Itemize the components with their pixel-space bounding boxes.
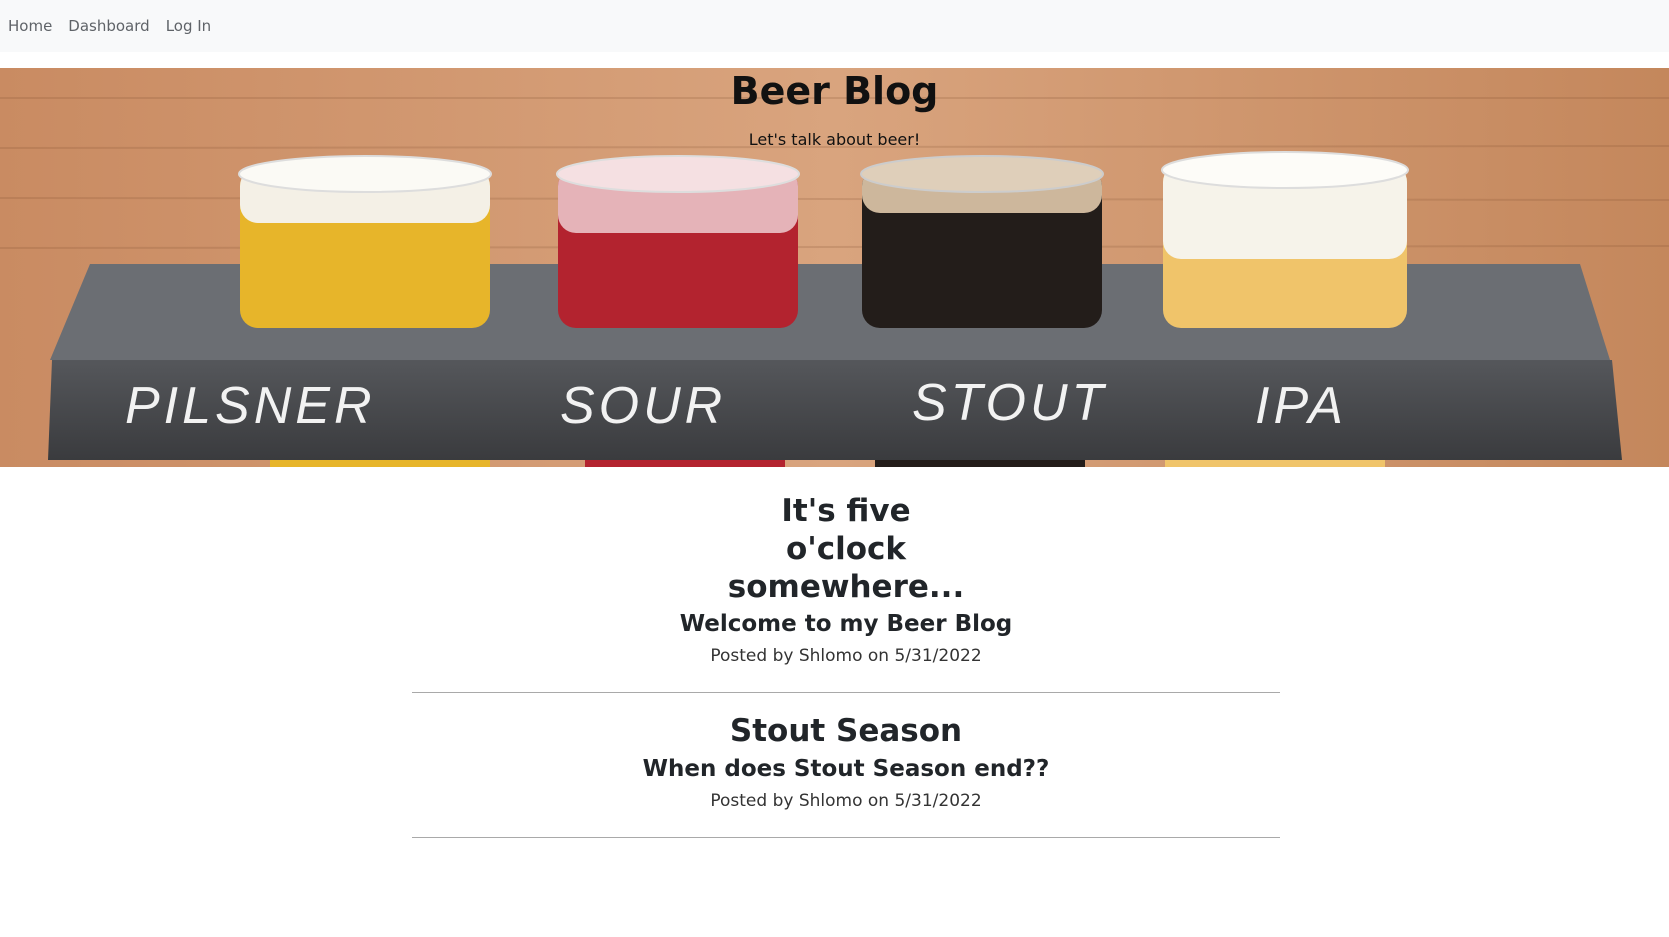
post-list: It's five o'clock somewhere... Welcome t… [412,493,1280,858]
post-title[interactable]: Stout Season [546,713,1146,751]
site-title: Beer Blog [730,69,939,113]
nav-login-link[interactable]: Log In [166,17,212,35]
post-card[interactable]: It's five o'clock somewhere... Welcome t… [412,493,1280,694]
stout-glass [860,155,1104,328]
post-card[interactable]: Stout Season When does Stout Season end?… [412,713,1280,839]
pilsner-glass [238,155,492,328]
ipa-chalk-label: IPA [1255,377,1347,435]
post-subtitle: When does Stout Season end?? [642,756,1050,783]
stout-chalk-label: STOUT [912,374,1107,432]
nav-dashboard-link[interactable]: Dashboard [68,17,149,35]
ipa-glass [1161,151,1409,328]
beer-flight-illustration: PILSNER SOUR STOUT IPA [0,68,1669,467]
pilsner-chalk-label: PILSNER [125,377,376,435]
site-tagline: Let's talk about beer! [748,130,921,149]
post-subtitle: Welcome to my Beer Blog [679,611,1013,638]
sour-glass [556,155,800,328]
hero-banner-image: PILSNER SOUR STOUT IPA [0,68,1669,467]
sour-chalk-label: SOUR [560,377,726,435]
top-navbar: Home Dashboard Log In [0,0,1669,52]
post-meta: Posted by Shlomo on 5/31/2022 [710,646,982,667]
nav-home-link[interactable]: Home [8,17,52,35]
post-title[interactable]: It's five o'clock somewhere... [716,493,976,606]
post-meta: Posted by Shlomo on 5/31/2022 [710,791,982,812]
